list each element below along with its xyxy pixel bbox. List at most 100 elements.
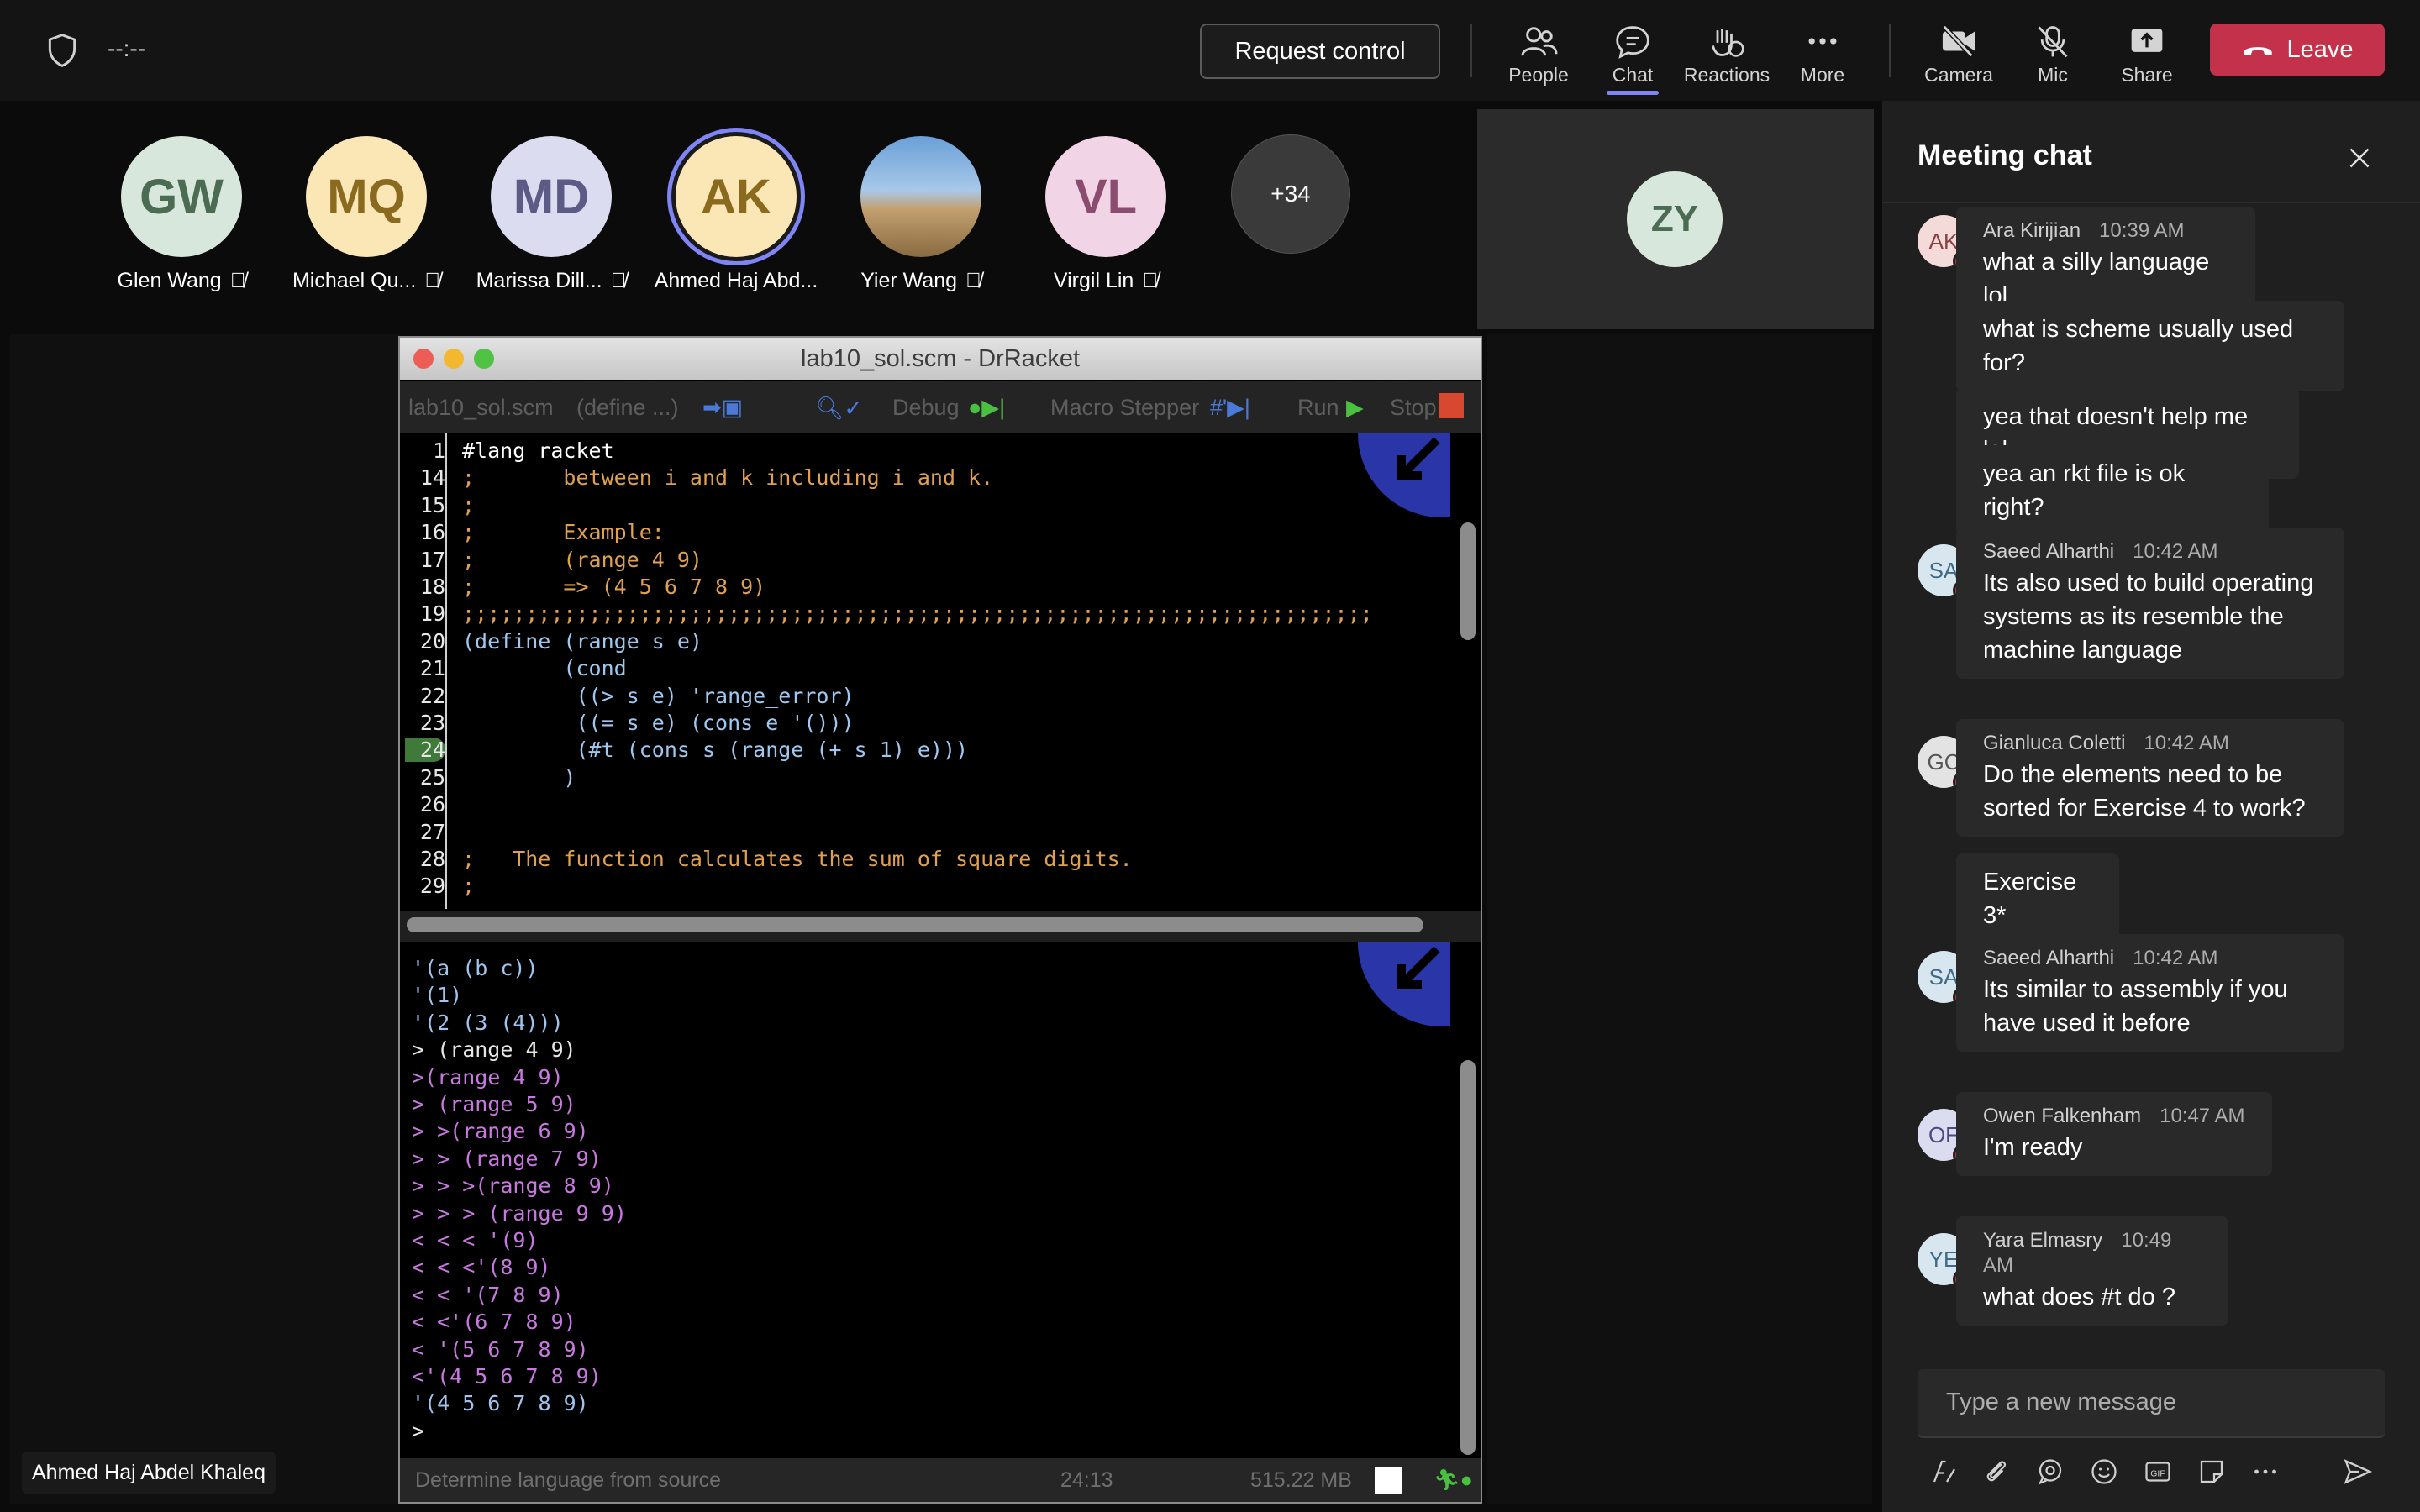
code-line[interactable]: ((= s e) (cons e '())) <box>462 711 854 735</box>
chat-message[interactable]: Yara Elmasry 10:49 AM what does #t do ? <box>1956 1216 2228 1326</box>
reactions-label: Reactions <box>1683 64 1770 86</box>
participant-tile[interactable]: MQ Michael Qu... 🎙̸ <box>274 136 459 293</box>
line-number: 15 <box>419 492 445 517</box>
chat-message[interactable]: Exercise 3* <box>1956 853 2119 944</box>
chat-message[interactable]: Owen Falkenham 10:47 AM I'm ready <box>1956 1092 2272 1176</box>
run-button[interactable]: Run <box>1297 395 1339 421</box>
code-line[interactable]: (cond <box>462 656 626 680</box>
stop-button[interactable]: Stop <box>1390 395 1437 421</box>
check-syntax-icon[interactable]: 🔍︎✓ <box>815 395 863 422</box>
minimize-window-icon[interactable] <box>444 349 464 369</box>
code-line[interactable]: (#t (cons s (range (+ s 1) e))) <box>462 738 968 762</box>
camera-off-icon <box>1942 24 1975 58</box>
emoji-icon[interactable] <box>2086 1453 2123 1490</box>
chat-message[interactable]: yea an rkt file is ok right? <box>1956 445 2269 536</box>
code-line[interactable]: ((> s e) 'range_error) <box>462 684 854 708</box>
send-icon[interactable] <box>2339 1453 2376 1490</box>
participant-tile[interactable]: Yier Wang 🎙̸ <box>829 136 1013 293</box>
line-number: 14 <box>419 465 445 491</box>
code-line[interactable]: ; The function calculates the sum of squ… <box>462 847 1133 871</box>
request-control-button[interactable]: Request control <box>1200 24 1440 79</box>
corner-arrow-icon <box>1358 433 1450 517</box>
chat-button[interactable]: Chat <box>1586 15 1679 91</box>
editor-scrollbar[interactable] <box>1460 522 1476 640</box>
message-text: Do the elements need to be sorted for Ex… <box>1983 761 2306 822</box>
code-line[interactable]: ; <box>462 493 475 517</box>
message-author: Gianluca Coletti <box>1983 732 2126 754</box>
code-line[interactable]: (define (range s e) <box>462 629 702 654</box>
close-window-icon[interactable] <box>413 349 434 369</box>
message-author: Saeed Alharthi <box>1983 540 2115 563</box>
chat-message[interactable]: what is scheme usually used for? <box>1956 301 2344 391</box>
code-line[interactable]: ; between i and k including i and k. <box>462 465 993 490</box>
code-line[interactable]: ; => (4 5 6 7 8 9) <box>462 575 765 599</box>
participant-tile[interactable]: AK Ahmed Haj Abd... <box>644 136 829 293</box>
repl-line: > > (range 7 9) <box>412 1146 602 1171</box>
language-selector[interactable]: Determine language from source <box>415 1468 721 1493</box>
close-icon[interactable] <box>2344 143 2375 177</box>
camera-button[interactable]: Camera <box>1912 15 2005 91</box>
repl-line: >(range 4 9) <box>412 1064 564 1089</box>
more-participants-button[interactable]: +34 <box>1198 134 1383 254</box>
participant-tile[interactable]: MD Marissa Dill... 🎙̸ <box>459 136 644 293</box>
message-text: I'm ready <box>1983 1134 2083 1161</box>
definitions-editor[interactable]: 1 #lang racket 14 ; between i and k includi… <box>400 433 1457 911</box>
code-line[interactable]: ; (range 4 9) <box>462 548 702 572</box>
reactions-button[interactable]: Reactions <box>1681 15 1773 91</box>
participant-name: Marissa Dill... <box>476 269 602 292</box>
maximize-window-icon[interactable] <box>474 349 494 369</box>
interactions-repl[interactable]: '(a (b c)) '(1) '(2 (3 (4))) > (range 4 9) >… <box>400 942 1457 1457</box>
participant-tile[interactable]: VL Virgil Lin 🎙̸ <box>1013 136 1198 293</box>
chat-icon <box>1616 26 1649 59</box>
repl-line: > <box>412 1418 425 1443</box>
mic-button[interactable]: Mic <box>2007 15 2099 91</box>
compose-box <box>1918 1369 2385 1438</box>
debug-icon: ●▶| <box>968 395 1006 420</box>
line-number: 1 <box>432 438 445 463</box>
code-line[interactable]: ) <box>462 765 576 790</box>
loop-icon[interactable] <box>2032 1453 2069 1490</box>
more-button[interactable]: More <box>1776 15 1869 91</box>
more-options-icon[interactable] <box>2247 1453 2284 1490</box>
people-button[interactable]: People <box>1492 15 1585 91</box>
repl-scrollbar[interactable] <box>1460 1060 1476 1455</box>
video-tile-zy[interactable]: ZY <box>1477 109 1874 329</box>
gif-icon[interactable]: GIF <box>2139 1453 2176 1490</box>
cursor-position: 24:13 <box>1060 1468 1113 1492</box>
svg-text:GIF: GIF <box>2150 1468 2165 1478</box>
format-icon[interactable] <box>1926 1453 1963 1490</box>
code-line[interactable]: #lang racket <box>462 438 614 463</box>
share-label: Share <box>2121 64 2173 86</box>
debug-button[interactable]: Debug <box>892 395 960 421</box>
shield-icon[interactable] <box>44 32 81 73</box>
line-number: 18 <box>419 575 445 599</box>
chat-message[interactable]: Saeed Alharthi 10:42 AM Its similar to as… <box>1956 934 2344 1052</box>
file-menu[interactable]: lab10_sol.scm <box>408 395 554 421</box>
save-icon[interactable]: ➡▣ <box>702 395 743 421</box>
code-line[interactable]: ; Example: <box>462 520 665 544</box>
mic-label: Mic <box>2038 64 2068 86</box>
shared-screen-drracket[interactable]: lab10_sol.scm - DrRacket lab10_sol.scm (… <box>398 336 1482 1504</box>
code-line[interactable]: ;;;;;;;;;;;;;;;;;;;;;;;;;;;;;;;;;;;;;;;;… <box>462 601 1373 626</box>
mic-off-icon: 🎙̸ <box>229 269 246 292</box>
chat-message[interactable]: Saeed Alharthi 10:42 AM Its also used to … <box>1956 528 2344 679</box>
message-time: 10:47 AM <box>2160 1105 2245 1127</box>
macro-stepper-button[interactable]: Macro Stepper <box>1050 395 1199 421</box>
mic-off-icon <box>2038 26 2068 58</box>
sticker-icon[interactable] <box>2193 1453 2230 1490</box>
chat-message[interactable]: Gianluca Coletti 10:42 AM Do the elements… <box>1956 719 2344 837</box>
message-input[interactable] <box>1944 1388 2351 1417</box>
participant-name: Virgil Lin <box>1053 269 1134 292</box>
repl-line: < <'(6 7 8 9) <box>412 1310 576 1335</box>
leave-button[interactable]: Leave <box>2210 24 2385 76</box>
horizontal-scrollbar[interactable] <box>407 917 1423 932</box>
code-line[interactable]: ; <box>462 874 475 898</box>
avatar: MD <box>491 136 612 257</box>
run-icon: ▶ <box>1346 395 1364 420</box>
attach-icon[interactable] <box>1978 1453 2015 1490</box>
avatar-speaking: AK <box>676 136 797 257</box>
participant-tile[interactable]: GW Glen Wang 🎙̸ <box>89 136 274 293</box>
share-button[interactable]: Share <box>2101 15 2193 91</box>
meeting-timer: --:-- <box>108 35 146 61</box>
define-menu[interactable]: (define ...) <box>576 395 679 421</box>
